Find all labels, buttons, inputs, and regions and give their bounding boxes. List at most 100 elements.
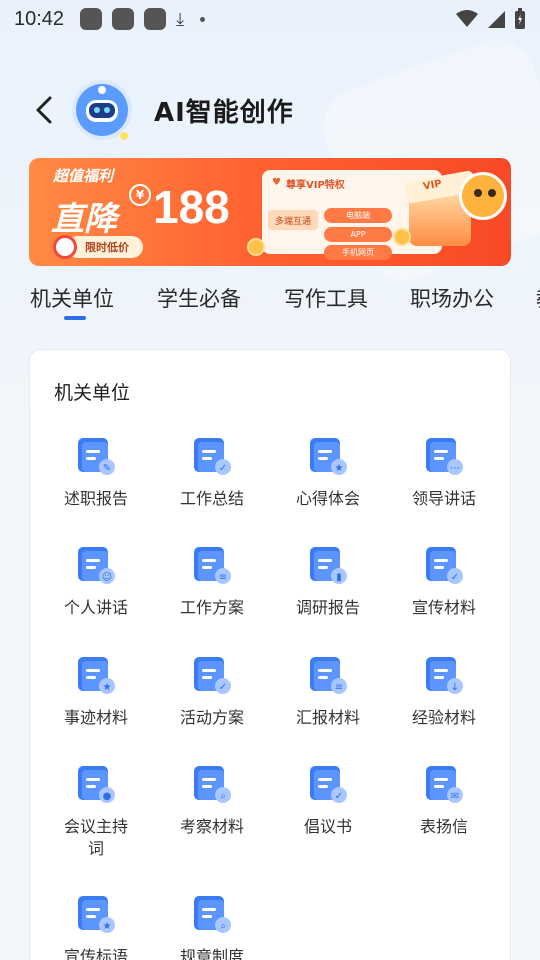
tool-item-label: 考察材料 (179, 817, 244, 836)
tool-item-label: 述职报告 (63, 489, 128, 508)
svg-text:✓: ✓ (335, 791, 343, 802)
tool-item-label: 倡议书 (303, 817, 352, 836)
tool-item[interactable]: ✓ 工作总结 (154, 436, 270, 510)
category-panel: 机关单位 ✎ 述职报告 ✓ 工作总结 ★ 心得体会 ⋯ 领导讲话 ☺ 个人讲话 ≡ 工作方案 ▮ 调研报告… (29, 349, 511, 960)
svg-text:●: ● (103, 791, 112, 802)
status-time: 10:42 (14, 7, 65, 30)
clipboard-check-icon: ✓ (192, 655, 232, 695)
chip-app: APP (324, 227, 392, 242)
folder-check-icon: ✓ (192, 436, 232, 476)
banner-price: 188 (153, 181, 230, 233)
folder-star-icon: ★ (76, 655, 116, 695)
header: AI智能创作 (0, 70, 540, 150)
back-button[interactable] (14, 80, 74, 140)
svg-text:✓: ✓ (219, 682, 227, 693)
tool-item-label: 个人讲话 (63, 598, 128, 617)
tool-item[interactable]: ▮ 调研报告 (270, 545, 386, 619)
tab-writing-tools[interactable]: 写作工具 (284, 284, 368, 316)
vip-card-title: 尊享VIP特权 (286, 180, 345, 191)
download-icon: ⤓ (176, 8, 185, 30)
tool-item-label: 工作方案 (179, 598, 244, 617)
panel-title: 机关单位 (54, 382, 131, 404)
svg-text:✓: ✓ (451, 572, 459, 583)
svg-text:⌕: ⌕ (220, 791, 226, 802)
svg-text:☺: ☺ (102, 572, 112, 583)
signal-icon (488, 11, 505, 28)
svg-text:✎: ✎ (103, 463, 111, 474)
tool-item[interactable]: ≡ 工作方案 (154, 545, 270, 619)
mail-check-icon: ✓ (424, 545, 464, 585)
tool-item-label: 经验材料 (411, 708, 476, 727)
tool-item-label: 汇报材料 (295, 708, 360, 727)
tool-item[interactable]: ⌕ 规章制度 (154, 894, 270, 960)
more-dot-icon (200, 16, 206, 22)
tab-office[interactable]: 职场办公 (410, 284, 494, 316)
tool-item[interactable]: ✎ 述职报告 (38, 436, 154, 510)
tab-government[interactable]: 机关单位 (30, 284, 114, 316)
clock-icon (53, 235, 77, 259)
tool-item-label: 活动方案 (179, 708, 244, 727)
doc-mic-icon: ● (76, 764, 116, 804)
mascot-icon (459, 172, 507, 220)
tool-item[interactable]: ✓ 宣传材料 (386, 545, 502, 619)
page-title: AI智能创作 (154, 97, 294, 128)
report-edit-icon: ✎ (76, 436, 116, 476)
svg-text:≡: ≡ (335, 682, 343, 693)
tool-item-label: 领导讲话 (411, 489, 476, 508)
vip-promo-banner[interactable]: 超值福利 直降 ¥ 188 限时低价 ♥ 尊享VIP特权 多端互通 电脑端 AP… (29, 158, 511, 266)
status-bar: 10:42 ⤓ (0, 0, 540, 38)
folder-down-icon: ↓ (424, 655, 464, 695)
tool-item-label: 会议主持词 (63, 817, 128, 858)
tool-item[interactable]: ★ 事迹材料 (38, 655, 154, 729)
svg-text:⋯: ⋯ (450, 463, 460, 474)
banner-headline: 直降 (51, 199, 117, 238)
tool-item-label: 表扬信 (419, 817, 468, 836)
battery-icon (515, 8, 525, 29)
svg-text:▮: ▮ (336, 572, 342, 583)
tool-item[interactable]: ≡ 汇报材料 (270, 655, 386, 729)
tool-item[interactable]: ⋯ 领导讲话 (386, 436, 502, 510)
tab-education[interactable]: 教 (536, 284, 540, 316)
envelope-icon: ✉ (424, 764, 464, 804)
svg-text:✉: ✉ (451, 791, 459, 802)
doc-check-icon: ✓ (308, 764, 348, 804)
doc-search-icon: ⌕ (192, 764, 232, 804)
tool-item[interactable]: ★ 心得体会 (270, 436, 386, 510)
notification-icon (144, 8, 167, 30)
svg-text:⌕: ⌕ (220, 921, 226, 932)
svg-text:≡: ≡ (219, 572, 227, 583)
currency-icon: ¥ (129, 184, 151, 206)
chip-desktop: 电脑端 (324, 208, 392, 223)
active-tab-indicator (64, 316, 86, 320)
tab-students[interactable]: 学生必备 (157, 284, 241, 316)
tool-item[interactable]: ✓ 活动方案 (154, 655, 270, 729)
bookmark-star-icon: ★ (76, 894, 116, 934)
tool-item[interactable]: ✉ 表扬信 (386, 764, 502, 838)
tool-item-label: 事迹材料 (63, 708, 128, 727)
robot-avatar-icon (72, 80, 132, 140)
tool-item[interactable]: ● 会议主持词 (38, 764, 154, 860)
notification-icon (80, 8, 103, 30)
tool-item[interactable]: ☺ 个人讲话 (38, 545, 154, 619)
tool-item-label: 工作总结 (179, 489, 244, 508)
tool-item-label: 宣传标语 (63, 947, 128, 960)
svg-text:✓: ✓ (219, 463, 227, 474)
svg-text:↓: ↓ (451, 682, 459, 693)
folder-stack-icon: ≡ (192, 545, 232, 585)
tool-item[interactable]: ⌕ 考察材料 (154, 764, 270, 838)
tool-item-label: 心得体会 (295, 489, 360, 508)
tool-item-label: 宣传材料 (411, 598, 476, 617)
svg-text:★: ★ (335, 463, 344, 474)
chip-mobile-web: 手机网页 (324, 245, 392, 260)
svg-text:★: ★ (103, 921, 112, 932)
notification-icon (112, 8, 135, 30)
screen: 10:42 ⤓ AI智能创作 超值福利 直降 ¥ 188 限时低价 ♥ 尊享VI… (0, 0, 540, 960)
svg-text:★: ★ (103, 682, 112, 693)
wifi-icon (456, 10, 478, 27)
heart-icon: ♥ (272, 177, 281, 188)
tool-item[interactable]: ★ 宣传标语 (38, 894, 154, 960)
tool-item[interactable]: ↓ 经验材料 (386, 655, 502, 729)
banner-tag: 超值福利 (53, 167, 114, 185)
multi-device-label: 多端互通 (268, 210, 318, 230)
tool-item[interactable]: ✓ 倡议书 (270, 764, 386, 838)
